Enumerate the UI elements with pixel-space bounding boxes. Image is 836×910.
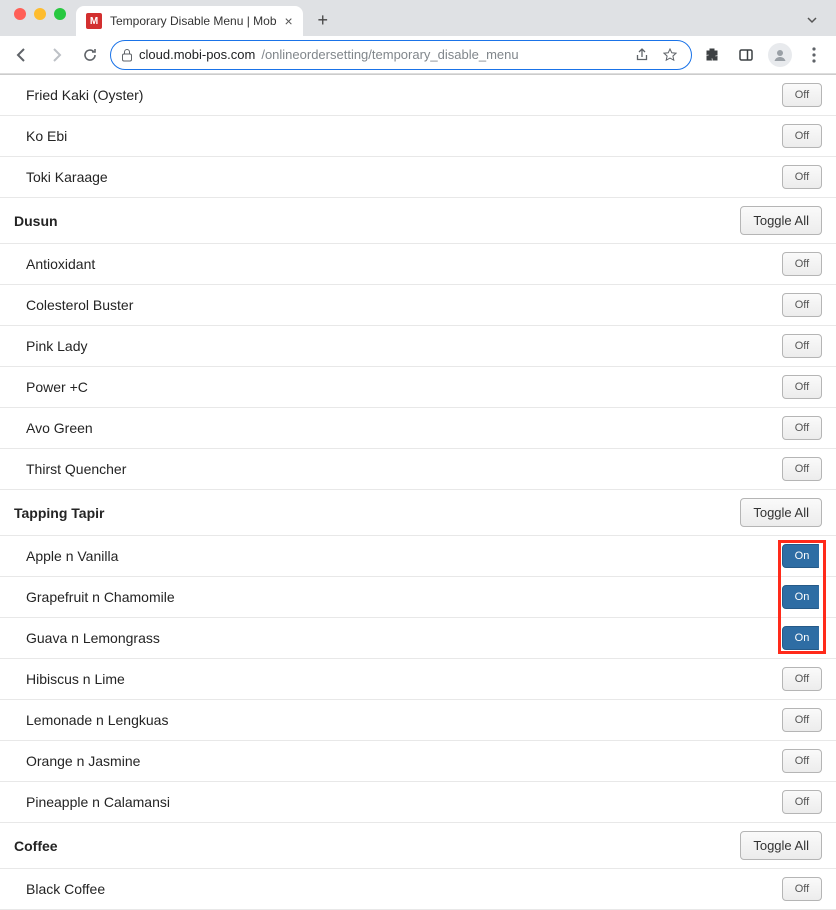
- url-path: /onlineordersetting/temporary_disable_me…: [261, 47, 518, 62]
- item-toggle[interactable]: Off: [782, 708, 822, 732]
- item-toggle[interactable]: Off: [782, 375, 822, 399]
- item-toggle[interactable]: Off: [782, 124, 822, 148]
- category-row: Tapping Tapir Toggle All: [0, 490, 836, 536]
- category-label: Tapping Tapir: [14, 505, 104, 521]
- category-row: Coffee Toggle All: [0, 823, 836, 869]
- back-button[interactable]: [8, 41, 36, 69]
- menu-item-row: Toki Karaage Off: [0, 157, 836, 198]
- menu-item-row: Lemonade n Lengkuas Off: [0, 700, 836, 741]
- menu-item-row: Pineapple n Calamansi Off: [0, 782, 836, 823]
- item-toggle[interactable]: Off: [782, 877, 822, 901]
- menu-item-label: Antioxidant: [26, 256, 95, 272]
- item-toggle[interactable]: Off: [782, 165, 822, 189]
- item-toggle[interactable]: Off: [782, 293, 822, 317]
- url-host: cloud.mobi-pos.com: [139, 47, 255, 62]
- toggle-all-button[interactable]: Toggle All: [740, 498, 822, 527]
- menu-item-row: Antioxidant Off: [0, 244, 836, 285]
- sidepanel-icon[interactable]: [732, 41, 760, 69]
- menu-item-row: Pink Lady Off: [0, 326, 836, 367]
- menu-item-row: Orange n Jasmine Off: [0, 741, 836, 782]
- item-toggle[interactable]: On: [782, 626, 822, 650]
- menu-item-row: Black Coffee Off: [0, 869, 836, 910]
- window-controls: [8, 8, 76, 28]
- item-toggle[interactable]: Off: [782, 252, 822, 276]
- address-bar[interactable]: cloud.mobi-pos.com/onlineordersetting/te…: [110, 40, 692, 70]
- favicon: M: [86, 13, 102, 29]
- menu-item-row: Ko Ebi Off: [0, 116, 836, 157]
- browser-toolbar: cloud.mobi-pos.com/onlineordersetting/te…: [0, 36, 836, 74]
- item-toggle[interactable]: On: [782, 544, 822, 568]
- menu-item-row: Apple n Vanilla On: [0, 536, 836, 577]
- menu-item-label: Avo Green: [26, 420, 93, 436]
- item-toggle[interactable]: Off: [782, 749, 822, 773]
- menu-item-row: Colesterol Buster Off: [0, 285, 836, 326]
- menu-item-row: Fried Kaki (Oyster) Off: [0, 75, 836, 116]
- menu-item-label: Fried Kaki (Oyster): [26, 87, 143, 103]
- item-toggle[interactable]: On: [782, 585, 822, 609]
- category-row: Dusun Toggle All: [0, 198, 836, 244]
- menu-item-row: Avo Green Off: [0, 408, 836, 449]
- menu-item-label: Thirst Quencher: [26, 461, 126, 477]
- category-label: Dusun: [14, 213, 58, 229]
- tab-strip: M Temporary Disable Menu | Mob × +: [0, 0, 836, 36]
- item-toggle[interactable]: Off: [782, 83, 822, 107]
- window-maximize-button[interactable]: [54, 8, 66, 20]
- toggle-all-button[interactable]: Toggle All: [740, 831, 822, 860]
- menu-item-label: Guava n Lemongrass: [26, 630, 160, 646]
- menu-item-label: Colesterol Buster: [26, 297, 133, 313]
- menu-item-label: Pineapple n Calamansi: [26, 794, 170, 810]
- menu-item-label: Ko Ebi: [26, 128, 67, 144]
- share-icon[interactable]: [631, 48, 653, 62]
- item-toggle[interactable]: Off: [782, 334, 822, 358]
- menu-item-label: Grapefruit n Chamomile: [26, 589, 175, 605]
- profile-avatar[interactable]: [766, 41, 794, 69]
- category-label: Coffee: [14, 838, 58, 854]
- menu-item-row: Power +C Off: [0, 367, 836, 408]
- menu-item-row: Thirst Quencher Off: [0, 449, 836, 490]
- bookmark-star-icon[interactable]: [659, 48, 681, 62]
- forward-button[interactable]: [42, 41, 70, 69]
- tab-title: Temporary Disable Menu | Mob: [110, 14, 277, 28]
- tabs-dropdown-button[interactable]: [800, 8, 824, 32]
- menu-item-row: Grapefruit n Chamomile On: [0, 577, 836, 618]
- item-toggle[interactable]: Off: [782, 790, 822, 814]
- menu-item-label: Lemonade n Lengkuas: [26, 712, 168, 728]
- window-close-button[interactable]: [14, 8, 26, 20]
- browser-chrome: M Temporary Disable Menu | Mob × + cloud…: [0, 0, 836, 75]
- item-toggle[interactable]: Off: [782, 457, 822, 481]
- extensions-icon[interactable]: [698, 41, 726, 69]
- reload-button[interactable]: [76, 41, 104, 69]
- item-toggle[interactable]: Off: [782, 667, 822, 691]
- menu-item-label: Black Coffee: [26, 881, 105, 897]
- kebab-menu-icon[interactable]: [800, 41, 828, 69]
- menu-item-label: Orange n Jasmine: [26, 753, 140, 769]
- toggle-all-button[interactable]: Toggle All: [740, 206, 822, 235]
- menu-item-label: Apple n Vanilla: [26, 548, 118, 564]
- menu-item-label: Pink Lady: [26, 338, 87, 354]
- item-toggle[interactable]: Off: [782, 416, 822, 440]
- browser-tab[interactable]: M Temporary Disable Menu | Mob ×: [76, 6, 303, 36]
- menu-item-label: Power +C: [26, 379, 88, 395]
- close-tab-button[interactable]: ×: [285, 13, 293, 29]
- menu-item-row: Hibiscus n Lime Off: [0, 659, 836, 700]
- menu-item-label: Toki Karaage: [26, 169, 108, 185]
- lock-icon: [121, 48, 133, 62]
- menu-list: Fried Kaki (Oyster)OffKo EbiOffToki Kara…: [0, 75, 836, 910]
- menu-item-row: Guava n Lemongrass On: [0, 618, 836, 659]
- window-minimize-button[interactable]: [34, 8, 46, 20]
- new-tab-button[interactable]: +: [309, 6, 337, 34]
- menu-item-label: Hibiscus n Lime: [26, 671, 125, 687]
